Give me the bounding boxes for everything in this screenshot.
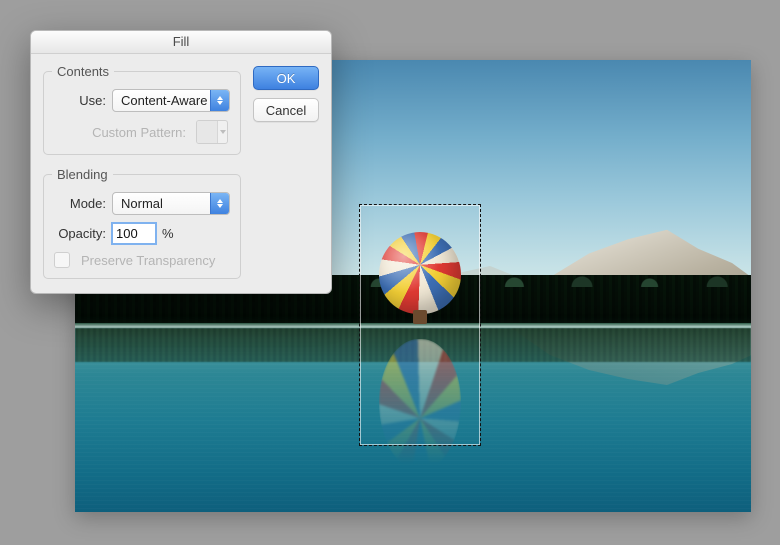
preserve-transparency-label: Preserve Transparency [81,253,215,268]
fill-dialog: Fill Contents Use: Content-Aware Custom … [30,30,332,294]
dialog-body: Contents Use: Content-Aware Custom Patte… [31,54,331,293]
contents-group: Contents Use: Content-Aware Custom Patte… [43,64,241,155]
stepper-arrows-icon [210,193,229,214]
dialog-title: Fill [31,31,331,54]
custom-pattern-label: Custom Pattern: [92,125,186,140]
dialog-left-column: Contents Use: Content-Aware Custom Patte… [43,64,241,279]
mode-row: Mode: Normal [54,192,230,215]
custom-pattern-row: Custom Pattern: [54,120,230,144]
use-row: Use: Content-Aware [54,89,230,112]
use-value: Content-Aware [121,93,207,108]
ok-button[interactable]: OK [253,66,319,90]
use-label: Use: [54,93,106,108]
opacity-row: Opacity: % [54,223,230,244]
opacity-input[interactable] [112,223,156,244]
stepper-arrows-icon [210,90,229,111]
opacity-label: Opacity: [54,226,106,241]
preserve-transparency-checkbox [54,252,70,268]
selection-marquee[interactable] [359,204,481,446]
blending-legend: Blending [52,167,113,182]
contents-legend: Contents [52,64,114,79]
use-select[interactable]: Content-Aware [112,89,230,112]
mode-value: Normal [121,196,163,211]
custom-pattern-picker [196,120,228,144]
mode-label: Mode: [54,196,106,211]
preserve-transparency-row: Preserve Transparency [54,252,230,268]
mode-select[interactable]: Normal [112,192,230,215]
opacity-unit: % [162,226,174,241]
dialog-button-column: OK Cancel [253,64,319,279]
chevron-down-icon [218,121,227,143]
cancel-button[interactable]: Cancel [253,98,319,122]
pattern-thumbnail [197,121,218,143]
blending-group: Blending Mode: Normal Opacity: % Preserv… [43,167,241,279]
